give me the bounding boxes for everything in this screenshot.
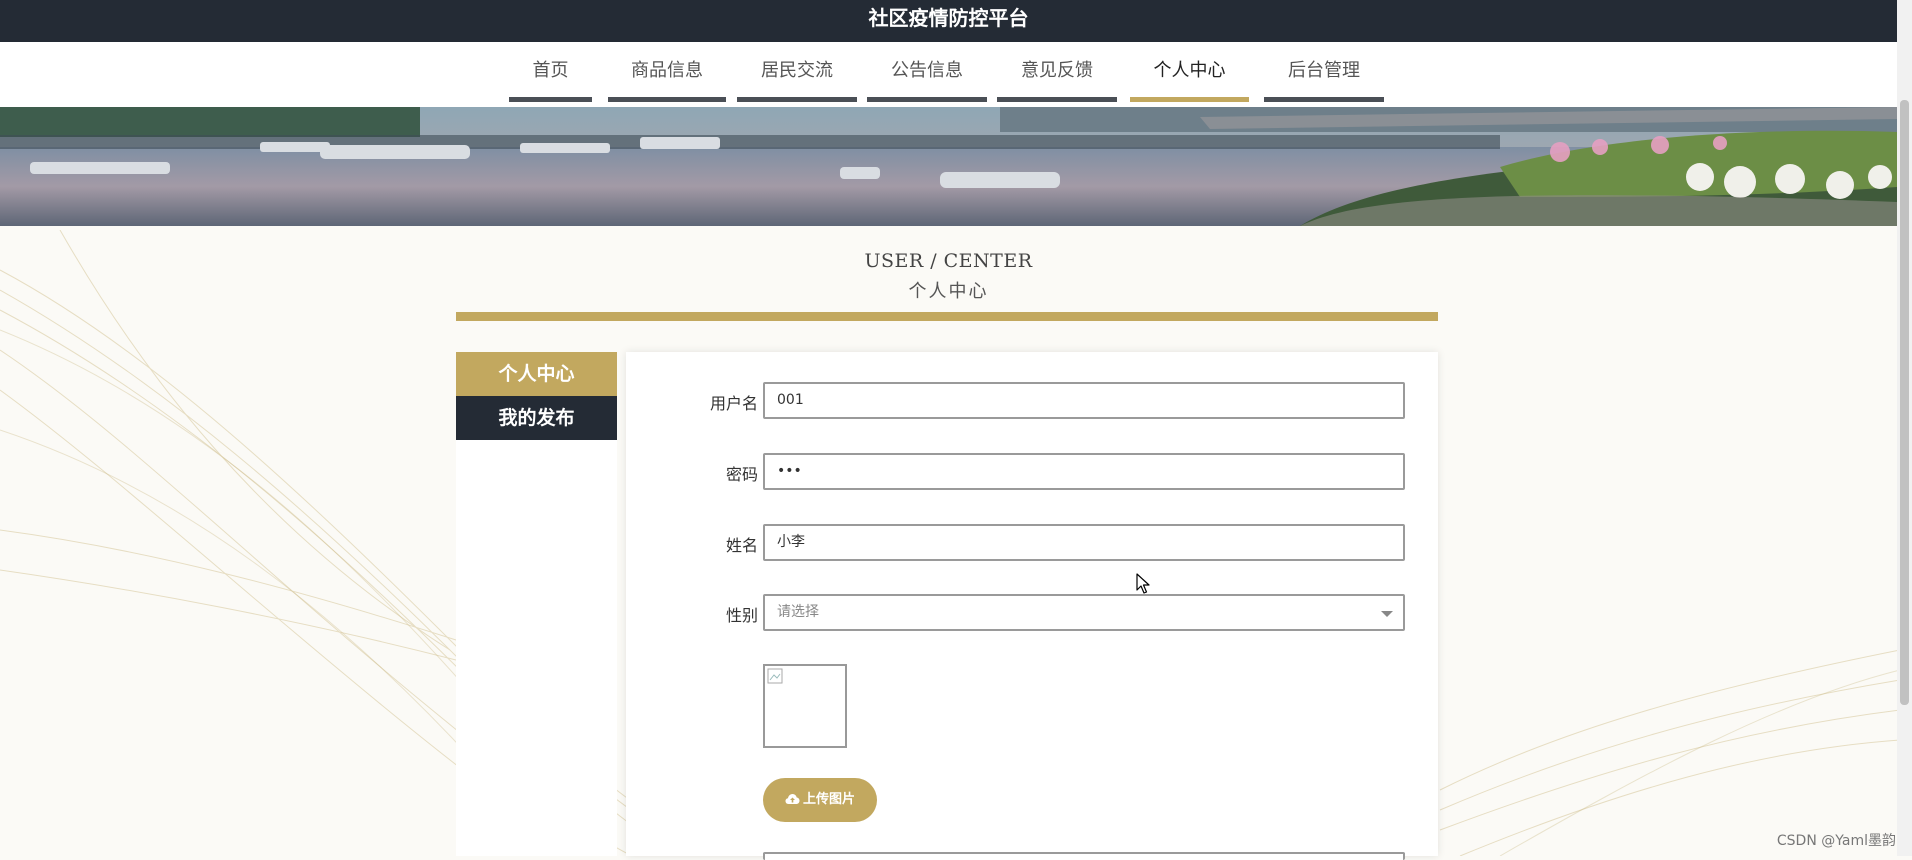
- username-label: 用户名: [709, 394, 758, 413]
- app-title: 社区疫情防控平台: [868, 6, 1029, 30]
- profile-form-panel: 用户名 001 密码 ••• 姓名 小李 性别 请选择 上传图片: [626, 352, 1438, 860]
- upload-image-label: 上传图片: [802, 792, 855, 807]
- scrollbar-thumb[interactable]: [1900, 100, 1909, 705]
- banner-image-harbor: [0, 107, 1897, 226]
- password-label: 密码: [725, 465, 758, 484]
- nav-item-user-center[interactable]: 个人中心: [1130, 42, 1249, 102]
- mouse-cursor-icon: [1136, 573, 1150, 594]
- nav-item-residents-chat[interactable]: 居民交流: [737, 42, 857, 102]
- page-scrollbar[interactable]: [1897, 0, 1912, 856]
- user-center-sidebar: 个人中心 我的发布: [456, 352, 617, 856]
- nav-item-feedback[interactable]: 意见反馈: [997, 42, 1117, 102]
- gender-select[interactable]: 请选择: [763, 594, 1405, 631]
- gender-label: 性别: [725, 606, 758, 625]
- chevron-down-icon: [1381, 611, 1393, 617]
- name-field[interactable]: 小李: [763, 524, 1405, 561]
- section-divider: [456, 312, 1438, 321]
- sidebar-tab-user-center[interactable]: 个人中心: [456, 352, 617, 396]
- cloud-upload-icon: [785, 794, 800, 804]
- username-field[interactable]: 001: [763, 382, 1405, 419]
- sidebar-tab-my-posts[interactable]: 我的发布: [456, 396, 617, 440]
- watermark-text: CSDN @Yaml墨韵: [1776, 833, 1896, 849]
- section-title-cn: 个人中心: [908, 281, 989, 302]
- main-nav: 首页 商品信息 居民交流 公告信息 意见反馈 个人中心 后台管理: [0, 42, 1897, 107]
- nav-item-announcements[interactable]: 公告信息: [867, 42, 987, 102]
- nav-item-admin[interactable]: 后台管理: [1264, 42, 1384, 102]
- avatar-image-preview: [763, 664, 847, 748]
- upload-image-button[interactable]: 上传图片: [763, 778, 877, 822]
- section-title-en: USER / CENTER: [864, 250, 1033, 272]
- app-title-bar: 社区疫情防控平台: [0, 0, 1897, 42]
- nav-item-products[interactable]: 商品信息: [608, 42, 726, 102]
- next-field-partial[interactable]: [763, 852, 1405, 860]
- gender-select-placeholder: 请选择: [777, 604, 819, 620]
- password-field[interactable]: •••: [763, 453, 1405, 490]
- name-label: 姓名: [725, 536, 758, 555]
- broken-image-icon: [767, 668, 783, 684]
- nav-item-home[interactable]: 首页: [509, 42, 592, 102]
